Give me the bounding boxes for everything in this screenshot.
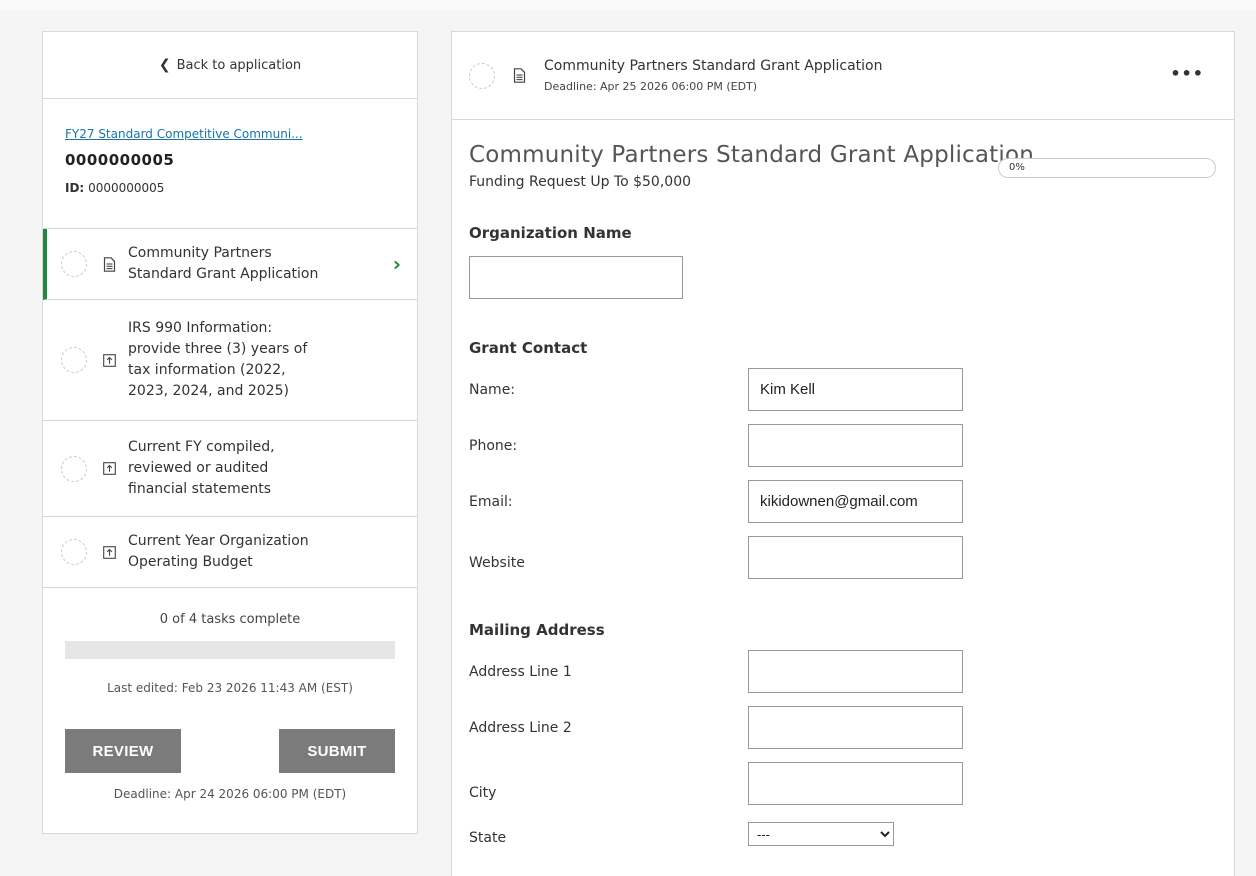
state-select[interactable]: --- [748,822,894,846]
task-label: Current FY compiled, reviewed or audited… [128,439,275,497]
application-id: ID: 0000000005 [65,181,395,195]
review-button[interactable]: REVIEW [65,729,181,773]
city-input[interactable] [748,762,963,805]
address-line-1-input[interactable] [748,650,963,693]
more-options-button[interactable]: ••• [1170,64,1204,83]
contact-phone-row: Phone: [469,424,1234,467]
grant-contact-heading: Grant Contact [469,339,588,357]
address-line-1-row: Address Line 1 [469,650,1234,693]
contact-website-label: Website [469,554,525,571]
contact-phone-input[interactable] [748,424,963,467]
chevron-left-icon: ❮ [158,57,171,73]
contact-website-input[interactable] [748,536,963,579]
status-incomplete-icon [469,62,495,89]
form-progress-label: 0% [1009,162,1025,173]
contact-name-label: Name: [469,381,516,398]
status-incomplete-icon [61,251,87,277]
last-edited-timestamp: Last edited: Feb 23 2026 11:43 AM (EST) [107,681,353,695]
form-progress-bar: 0% [998,158,1216,178]
task-label: IRS 990 Information: provide three (3) y… [128,320,308,399]
chevron-right-icon: › [392,252,401,276]
sidebar-deadline: Deadline: Apr 24 2026 06:00 PM (EDT) [113,787,347,801]
mailing-address-heading: Mailing Address [469,621,605,639]
document-icon [513,68,526,83]
tasks-progress-bar [65,641,395,659]
status-incomplete-icon [61,455,87,482]
city-row: City [469,762,1234,805]
state-row: State --- [469,822,1234,846]
address-line-1-label: Address Line 1 [469,663,572,680]
contact-name-row: Name: [469,368,1234,411]
address-line-2-input[interactable] [748,706,963,749]
address-line-2-row: Address Line 2 [469,706,1234,749]
id-value: 0000000005 [88,181,165,195]
header-deadline: Deadline: Apr 25 2026 06:00 PM (EDT) [544,80,758,93]
contact-email-input[interactable] [748,480,963,523]
contact-email-label: Email: [469,493,513,510]
task-label: Current Year Organization Operating Budg… [128,533,309,570]
city-label: City [469,784,497,801]
application-sidebar: ❮ Back to application FY27 Standard Comp… [42,31,418,834]
back-to-application-link[interactable]: ❮ Back to application [43,32,417,99]
document-icon [103,256,117,272]
task-item-irs-990[interactable]: IRS 990 Information: provide three (3) y… [43,300,417,421]
header-title: Community Partners Standard Grant Applic… [544,58,883,74]
task-item-financial-statements[interactable]: Current FY compiled, reviewed or audited… [43,421,417,517]
contact-email-row: Email: [469,480,1234,523]
form-panel: Community Partners Standard Grant Applic… [451,31,1235,876]
status-incomplete-icon [61,539,87,565]
address-line-2-label: Address Line 2 [469,719,572,736]
contact-website-row: Website [469,536,1234,579]
task-label: Community Partners Standard Grant Applic… [128,245,319,282]
top-strip [0,0,1256,10]
tasks-complete-count: 0 of 4 tasks complete [159,612,301,627]
id-label: ID: [65,181,85,195]
upload-icon [103,462,117,475]
organization-name-heading: Organization Name [469,224,632,242]
contact-phone-label: Phone: [469,437,518,454]
task-item-operating-budget[interactable]: Current Year Organization Operating Budg… [43,517,417,588]
submit-button[interactable]: SUBMIT [279,729,395,773]
action-buttons: REVIEW SUBMIT [43,695,417,773]
header-text: Community Partners Standard Grant Applic… [544,58,882,93]
back-label: Back to application [176,57,302,73]
organization-name-input[interactable] [469,256,683,299]
task-item-standard-grant-application[interactable]: Community Partners Standard Grant Applic… [43,229,417,300]
application-number: 0000000005 [65,151,175,169]
form-header: Community Partners Standard Grant Applic… [452,32,1234,120]
application-info: FY27 Standard Competitive Communi... 000… [43,99,417,229]
contact-name-input[interactable] [748,368,963,411]
form-body: Community Partners Standard Grant Applic… [452,120,1234,846]
status-incomplete-icon [61,347,87,373]
upload-icon [103,545,117,559]
state-label: State [469,830,507,846]
task-progress-section: 0 of 4 tasks complete Last edited: Feb 2… [43,588,417,695]
upload-icon [103,353,117,367]
application-title-link[interactable]: FY27 Standard Competitive Communi... [65,127,395,141]
